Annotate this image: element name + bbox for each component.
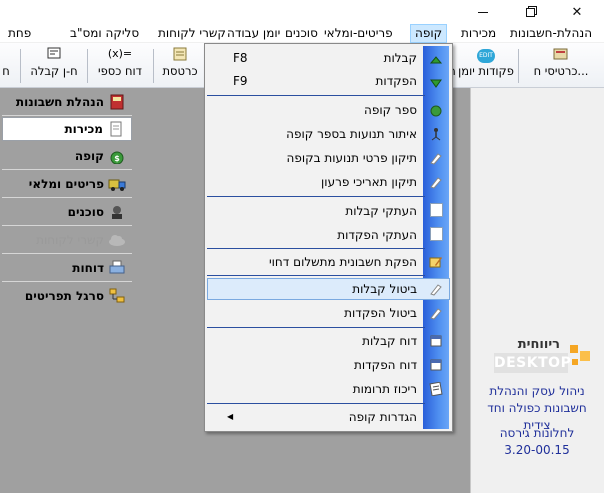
menu-item-cancel-receipts[interactable]: ביטול קבלות bbox=[207, 278, 450, 300]
pencil-note-icon bbox=[427, 253, 445, 271]
nav-sales[interactable]: מכירות bbox=[2, 117, 132, 141]
report-icon bbox=[427, 356, 445, 374]
cloud-icon bbox=[108, 231, 126, 249]
toolbar-separator bbox=[518, 49, 519, 83]
toolbar-separator bbox=[153, 49, 154, 83]
version-number: 3.20-00.15 bbox=[504, 443, 570, 457]
menu-work-log[interactable]: יומן עבודה bbox=[223, 24, 284, 43]
close-button[interactable]: ✕ bbox=[560, 0, 594, 24]
toolbar-financial-report-button[interactable]: (x)= דוח כספי bbox=[90, 46, 150, 86]
menu-item-cancel-deposits[interactable]: ביטול הפקדות bbox=[207, 302, 423, 324]
eraser-icon bbox=[427, 173, 445, 191]
toolbar-journal-button[interactable]: EDIT פקודות יומן bbox=[455, 46, 517, 86]
brand-logo: ריווחית DESKTOP bbox=[478, 335, 596, 375]
svg-text:$: $ bbox=[114, 154, 120, 163]
menu-item-deferred-invoice[interactable]: הפקת חשבונית מתשלום דחוי bbox=[207, 251, 423, 273]
toolbar-separator bbox=[87, 49, 88, 83]
nav-cashbox[interactable]: קופה $ bbox=[2, 144, 132, 168]
menu-item-cash-book[interactable]: ספר קופה bbox=[207, 99, 423, 121]
money-bag-icon: $ bbox=[108, 147, 126, 165]
nav-agents[interactable]: סוכנים bbox=[2, 200, 132, 224]
menu-clearing[interactable]: סליקה ומס"ב bbox=[66, 24, 143, 43]
version-label: לחלונות גירסה bbox=[499, 426, 575, 440]
close-icon: ✕ bbox=[571, 4, 583, 20]
cashbox-dropdown-menu: קבלות F8 הפקדות F9 ספר קופה איתור תנועות… bbox=[204, 43, 453, 432]
receipt-icon bbox=[427, 52, 445, 70]
cards-icon bbox=[520, 47, 602, 61]
menu-sales[interactable]: מכירות bbox=[457, 24, 500, 43]
menu-bar: הנהלת-חשבונות מכירות קופה פריטים-ומלאי ס… bbox=[0, 24, 604, 43]
shortcut-f9: F9 bbox=[233, 74, 248, 88]
eraser-icon bbox=[427, 304, 445, 322]
toolbar-partial-left-button[interactable]: ח bbox=[0, 46, 12, 86]
minimize-button[interactable] bbox=[466, 0, 500, 24]
document-icon bbox=[430, 227, 443, 241]
minimize-icon bbox=[478, 11, 488, 13]
restore-icon bbox=[525, 7, 535, 17]
nav-items-inventory[interactable]: פריטים ומלאי bbox=[2, 172, 132, 196]
shortcut-f8: F8 bbox=[233, 51, 248, 65]
tagline-line-1: ניהול עסק והנהלת bbox=[489, 384, 585, 398]
eraser-icon bbox=[427, 280, 445, 298]
submenu-arrow-icon: ◀ bbox=[227, 412, 234, 421]
eraser-icon bbox=[427, 149, 445, 167]
accounting-icon bbox=[108, 93, 126, 111]
menu-item-fix-due-dates[interactable]: תיקון תאריכי פרעון bbox=[207, 171, 423, 193]
invoice-icon bbox=[24, 47, 84, 61]
deposit-icon bbox=[427, 74, 445, 92]
nav-customer-relations[interactable]: קשרי לקוחות bbox=[2, 228, 132, 252]
menu-customer-relations[interactable]: קשרי לקוחות bbox=[154, 24, 230, 43]
formula-icon: (x)= bbox=[107, 47, 133, 60]
menu-item-donations-summary[interactable]: ריכוז תרומות bbox=[207, 378, 423, 400]
toolbar-account-cards-button[interactable]: כרטיסי ח... bbox=[520, 46, 602, 86]
search-person-icon bbox=[427, 125, 445, 143]
menu-agents[interactable]: סוכנים bbox=[281, 24, 322, 43]
menu-item-receipts-report[interactable]: דוח קבלות bbox=[207, 330, 423, 352]
menu-item-find-transactions[interactable]: איתור תנועות בספר קופה bbox=[207, 123, 423, 145]
list-icon bbox=[427, 380, 445, 398]
restore-button[interactable] bbox=[513, 0, 547, 24]
title-bar: ✕ bbox=[0, 0, 604, 24]
menu-item-receipt-copies[interactable]: העתקי קבלות bbox=[207, 200, 423, 222]
edit-icon: EDIT bbox=[455, 47, 517, 63]
toolbar-receipt-invoice-button[interactable]: ח-ן קבלה bbox=[24, 46, 84, 86]
menu-item-deposit-copies[interactable]: העתקי הפקדות bbox=[207, 224, 423, 246]
document-icon bbox=[430, 203, 443, 217]
nav-reports[interactable]: דוחות bbox=[2, 256, 132, 280]
toolbar-ledger-button[interactable]: כרטסת bbox=[160, 46, 200, 86]
menu-item-deposits-report[interactable]: דוח הפקדות bbox=[207, 354, 423, 376]
menu-items-inventory[interactable]: פריטים-ומלאי bbox=[320, 24, 397, 43]
nav-accounting[interactable]: הנהלת חשבונות bbox=[2, 90, 132, 114]
menu-depreciation[interactable]: פחת bbox=[4, 24, 35, 43]
menu-accounting[interactable]: הנהלת-חשבונות bbox=[506, 24, 596, 43]
money-bag-icon bbox=[427, 101, 445, 119]
sales-icon bbox=[107, 120, 125, 138]
menu-item-cashbox-settings[interactable]: הגדרות קופה bbox=[207, 406, 423, 428]
truck-icon bbox=[108, 175, 126, 193]
menu-item-fix-transaction-details[interactable]: תיקון פרטי תנועות בקופה bbox=[207, 147, 423, 169]
menu-tree-icon bbox=[108, 287, 126, 305]
agent-icon bbox=[108, 203, 126, 221]
report-icon bbox=[427, 332, 445, 350]
ledger-icon bbox=[160, 47, 200, 61]
nav-menu-bar[interactable]: סרגל תפריטים bbox=[2, 284, 132, 308]
toolbar-separator bbox=[20, 49, 21, 83]
logo-mark-icon bbox=[570, 345, 592, 367]
menu-cashbox[interactable]: קופה bbox=[410, 24, 448, 43]
printer-icon bbox=[108, 259, 126, 277]
